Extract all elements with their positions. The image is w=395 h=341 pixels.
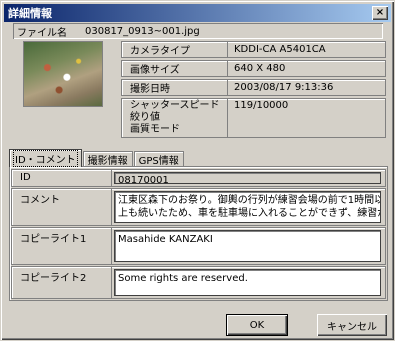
tab-label: ID・コメント (13, 150, 78, 167)
info-value: KDDI-CA A5401CA (234, 44, 326, 55)
tab-strip: ID・コメント 撮影情報 GPS情報 (9, 149, 185, 167)
id-field: 08170001 (114, 172, 381, 184)
filename-value: 030817_0913~001.jpg (85, 25, 200, 37)
photo-info-grid: カメラタイプ KDDI-CA A5401CA 画像サイズ 640 X 480 撮… (121, 41, 386, 138)
window-title: 詳細情報 (8, 7, 52, 20)
filename-row: ファイル名 030817_0913~001.jpg (13, 23, 383, 39)
info-label: カメラタイプ (122, 42, 228, 57)
comment-textarea[interactable]: 江東区森下のお祭り。御輿の行列が練習会場の前で1時間以 上も続いたため、車を駐車… (114, 191, 381, 223)
info-row-camera-type: カメラタイプ KDDI-CA A5401CA (121, 41, 386, 58)
info-row-date-taken: 撮影日時 2003/08/17 9:13:36 (121, 79, 386, 96)
cancel-button[interactable]: キャンセル (317, 314, 387, 336)
info-value: 640 X 480 (234, 63, 286, 74)
copyright1-textarea[interactable]: Masahide KANZAKI (114, 230, 381, 262)
copyright2-label: コピーライト2 (12, 267, 112, 298)
id-row: ID 08170001 (11, 169, 386, 187)
tab-id-comment[interactable]: ID・コメント (9, 149, 82, 167)
shutter-speed-label: シャッタースピード (130, 100, 220, 111)
comment-line: 江東区森下のお祭り。御輿の行列が練習会場の前で1時間以 (118, 195, 381, 206)
filename-label: ファイル名 (17, 27, 67, 39)
info-row-image-size: 画像サイズ 640 X 480 (121, 60, 386, 77)
ok-button[interactable]: OK (226, 314, 288, 336)
comment-line: 上も続いたため、車を駐車場に入れることができず、練習が (118, 208, 381, 219)
close-button[interactable]: × (372, 6, 388, 20)
copyright2-row: コピーライト2 Some rights are reserved. (11, 266, 386, 299)
comment-row: コメント 江東区森下のお祭り。御輿の行列が練習会場の前で1時間以 上も続いたため… (11, 188, 386, 226)
comment-label: コメント (12, 189, 112, 225)
copyright1-label: コピーライト1 (12, 228, 112, 264)
exposure-labels: シャッタースピード 絞り値 画質モード (122, 99, 228, 137)
aperture-label: 絞り値 (130, 112, 160, 123)
details-dialog: 詳細情報 × ファイル名 030817_0913~001.jpg カメラタイプ … (0, 0, 395, 341)
exposure-values: 119/10000 (228, 99, 288, 137)
id-label: ID (12, 170, 112, 186)
tab-shooting-info[interactable]: 撮影情報 (82, 151, 133, 167)
quality-mode-label: 画質モード (130, 124, 180, 135)
photo-thumbnail (23, 41, 103, 107)
info-row-exposure: シャッタースピード 絞り値 画質モード 119/10000 (121, 98, 386, 138)
info-value: 2003/08/17 9:13:36 (234, 82, 334, 93)
close-icon: × (375, 7, 385, 18)
copyright2-textarea[interactable]: Some rights are reserved. (114, 269, 381, 296)
tab-label: 撮影情報 (87, 156, 128, 167)
info-label: 撮影日時 (122, 80, 228, 95)
title-bar[interactable]: 詳細情報 × (4, 4, 391, 22)
shutter-speed-value: 119/10000 (234, 100, 289, 111)
copyright1-row: コピーライト1 Masahide KANZAKI (11, 227, 386, 265)
tab-gps-info[interactable]: GPS情報 (133, 151, 184, 167)
info-label: 画像サイズ (122, 61, 228, 76)
tab-label: GPS情報 (138, 156, 179, 167)
